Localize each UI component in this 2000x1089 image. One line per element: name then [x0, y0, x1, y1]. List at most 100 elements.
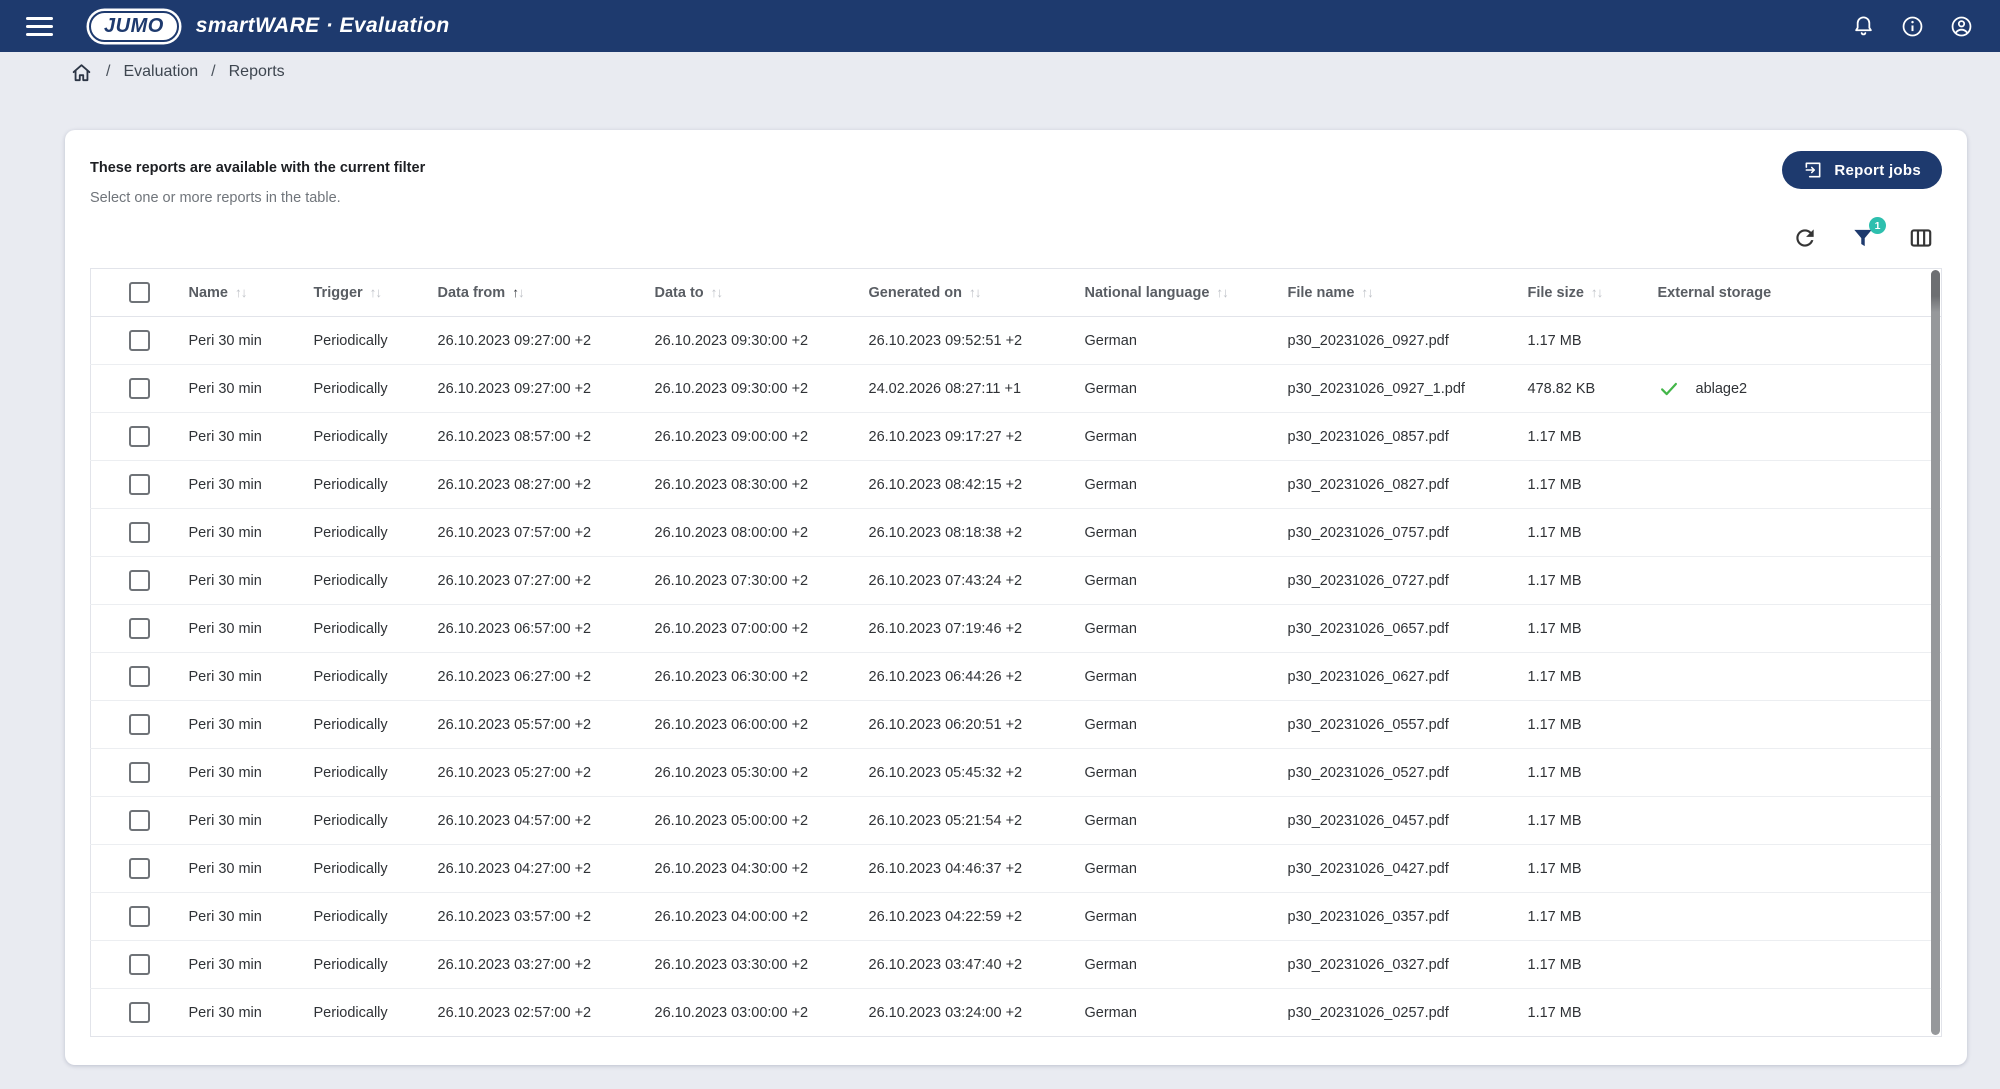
sort-desc-icon[interactable]: ↓ — [716, 285, 722, 300]
info-icon[interactable] — [1900, 14, 1925, 39]
row-checkbox[interactable] — [129, 330, 150, 351]
generated-on-value: 24.02.2026 08:27:11 +1 — [869, 381, 1022, 397]
cell-trigger: Periodically — [304, 605, 428, 653]
menu-icon[interactable] — [26, 17, 53, 36]
row-checkbox[interactable] — [129, 426, 150, 447]
table-row: Peri 30 min Periodically 26.10.2023 03:5… — [91, 893, 1942, 941]
column-label: National language — [1085, 285, 1210, 301]
cell-generated-on: 26.10.2023 06:20:51 +2 — [859, 701, 1075, 749]
column-header-file_name[interactable]: File name ↑↓ — [1278, 269, 1518, 317]
select-all-checkbox[interactable] — [129, 282, 150, 303]
table-row: Peri 30 min Periodically 26.10.2023 04:2… — [91, 845, 1942, 893]
cell-data-from: 26.10.2023 03:27:00 +2 — [428, 941, 645, 989]
cell-file-name: p30_20231026_0657.pdf — [1278, 605, 1518, 653]
cell-file-size: 1.17 MB — [1518, 845, 1648, 893]
column-header-language[interactable]: National language ↑↓ — [1075, 269, 1278, 317]
column-header-external_storage: External storage — [1648, 269, 1942, 317]
cell-language: German — [1075, 893, 1278, 941]
cell-language: German — [1075, 701, 1278, 749]
row-checkbox[interactable] — [129, 714, 150, 735]
sort-arrows[interactable]: ↑↓ — [969, 285, 981, 300]
row-checkbox[interactable] — [129, 474, 150, 495]
data-from-value: 26.10.2023 04:57:00 +2 — [438, 813, 592, 829]
cell-file-size: 1.17 MB — [1518, 605, 1648, 653]
row-checkbox[interactable] — [129, 618, 150, 639]
cell-data-from: 26.10.2023 05:57:00 +2 — [428, 701, 645, 749]
column-label: Name — [189, 285, 229, 301]
cell-file-name: p30_20231026_0527.pdf — [1278, 749, 1518, 797]
columns-icon[interactable] — [1908, 225, 1934, 251]
cell-language: German — [1075, 845, 1278, 893]
data-from-value: 26.10.2023 07:57:00 +2 — [438, 525, 592, 541]
sort-desc-icon[interactable]: ↓ — [241, 285, 247, 300]
row-select-cell — [91, 317, 179, 365]
row-checkbox[interactable] — [129, 762, 150, 783]
topbar-actions — [1851, 14, 1974, 39]
sort-desc-icon[interactable]: ↓ — [1367, 285, 1373, 300]
sort-arrows[interactable]: ↑↓ — [1361, 285, 1373, 300]
sort-arrows[interactable]: ↑↓ — [1591, 285, 1603, 300]
sort-arrows[interactable]: ↑↓ — [370, 285, 382, 300]
bell-icon[interactable] — [1851, 14, 1876, 39]
table-scrollbar[interactable] — [1931, 270, 1940, 1035]
sort-arrows[interactable]: ↑↓ — [235, 285, 247, 300]
trigger-value: Periodically — [314, 1005, 388, 1021]
column-header-trigger[interactable]: Trigger↑↓ — [304, 269, 428, 317]
file-name-value: p30_20231026_0927.pdf — [1288, 333, 1449, 349]
cell-name: Peri 30 min — [179, 605, 304, 653]
sort-arrows[interactable]: ↑↓ — [1216, 285, 1228, 300]
row-checkbox[interactable] — [129, 810, 150, 831]
row-checkbox[interactable] — [129, 522, 150, 543]
jumo-logo[interactable]: JUMO — [89, 11, 179, 42]
row-checkbox[interactable] — [129, 378, 150, 399]
generated-on-value: 26.10.2023 04:22:59 +2 — [869, 909, 1023, 925]
cell-generated-on: 26.10.2023 08:18:38 +2 — [859, 509, 1075, 557]
cell-trigger: Periodically — [304, 317, 428, 365]
filter-icon[interactable]: 1 — [1850, 225, 1876, 251]
row-checkbox[interactable] — [129, 666, 150, 687]
column-header-file_size[interactable]: File size↑↓ — [1518, 269, 1648, 317]
column-header-name[interactable]: Name ↑↓ — [179, 269, 304, 317]
home-icon[interactable] — [70, 61, 93, 84]
cell-name: Peri 30 min — [179, 989, 304, 1037]
sort-arrows[interactable]: ↑↓ — [711, 285, 723, 300]
column-header-data_to[interactable]: Data to↑↓ — [645, 269, 859, 317]
sort-desc-icon[interactable]: ↓ — [975, 285, 981, 300]
sort-desc-icon[interactable]: ↓ — [518, 285, 524, 300]
data-from-value: 26.10.2023 05:57:00 +2 — [438, 717, 592, 733]
cell-file-name: p30_20231026_0927_1.pdf — [1278, 365, 1518, 413]
sort-desc-icon[interactable]: ↓ — [375, 285, 381, 300]
row-checkbox[interactable] — [129, 858, 150, 879]
file-size-value: 1.17 MB — [1528, 477, 1582, 493]
cell-name: Peri 30 min — [179, 413, 304, 461]
refresh-icon[interactable] — [1792, 225, 1818, 251]
cell-data-from: 26.10.2023 09:27:00 +2 — [428, 317, 645, 365]
name-value: Peri 30 min — [189, 429, 262, 445]
breadcrumb-item-evaluation[interactable]: Evaluation — [123, 63, 198, 81]
sort-desc-icon[interactable]: ↓ — [1222, 285, 1228, 300]
cell-trigger: Periodically — [304, 653, 428, 701]
cell-file-name: p30_20231026_0427.pdf — [1278, 845, 1518, 893]
row-checkbox[interactable] — [129, 1002, 150, 1023]
file-size-value: 1.17 MB — [1528, 765, 1582, 781]
breadcrumb-item-reports[interactable]: Reports — [229, 63, 285, 81]
column-header-generated_on[interactable]: Generated on↑↓ — [859, 269, 1075, 317]
data-to-value: 26.10.2023 07:00:00 +2 — [655, 621, 809, 637]
column-label: File name — [1288, 285, 1355, 301]
row-checkbox[interactable] — [129, 906, 150, 927]
column-header-data_from[interactable]: Data from↑↓ — [428, 269, 645, 317]
cell-file-name: p30_20231026_0627.pdf — [1278, 653, 1518, 701]
report-jobs-button[interactable]: Report jobs — [1782, 151, 1942, 189]
cell-external-storage — [1648, 797, 1942, 845]
file-name-value: p30_20231026_0657.pdf — [1288, 621, 1449, 637]
cell-generated-on: 26.10.2023 04:46:37 +2 — [859, 845, 1075, 893]
sort-desc-icon[interactable]: ↓ — [1597, 285, 1603, 300]
row-checkbox[interactable] — [129, 954, 150, 975]
cell-data-from: 26.10.2023 03:57:00 +2 — [428, 893, 645, 941]
cell-language: German — [1075, 509, 1278, 557]
cell-data-from: 26.10.2023 02:57:00 +2 — [428, 989, 645, 1037]
account-icon[interactable] — [1949, 14, 1974, 39]
file-size-value: 1.17 MB — [1528, 861, 1582, 877]
row-checkbox[interactable] — [129, 570, 150, 591]
sort-arrows[interactable]: ↑↓ — [512, 285, 524, 300]
